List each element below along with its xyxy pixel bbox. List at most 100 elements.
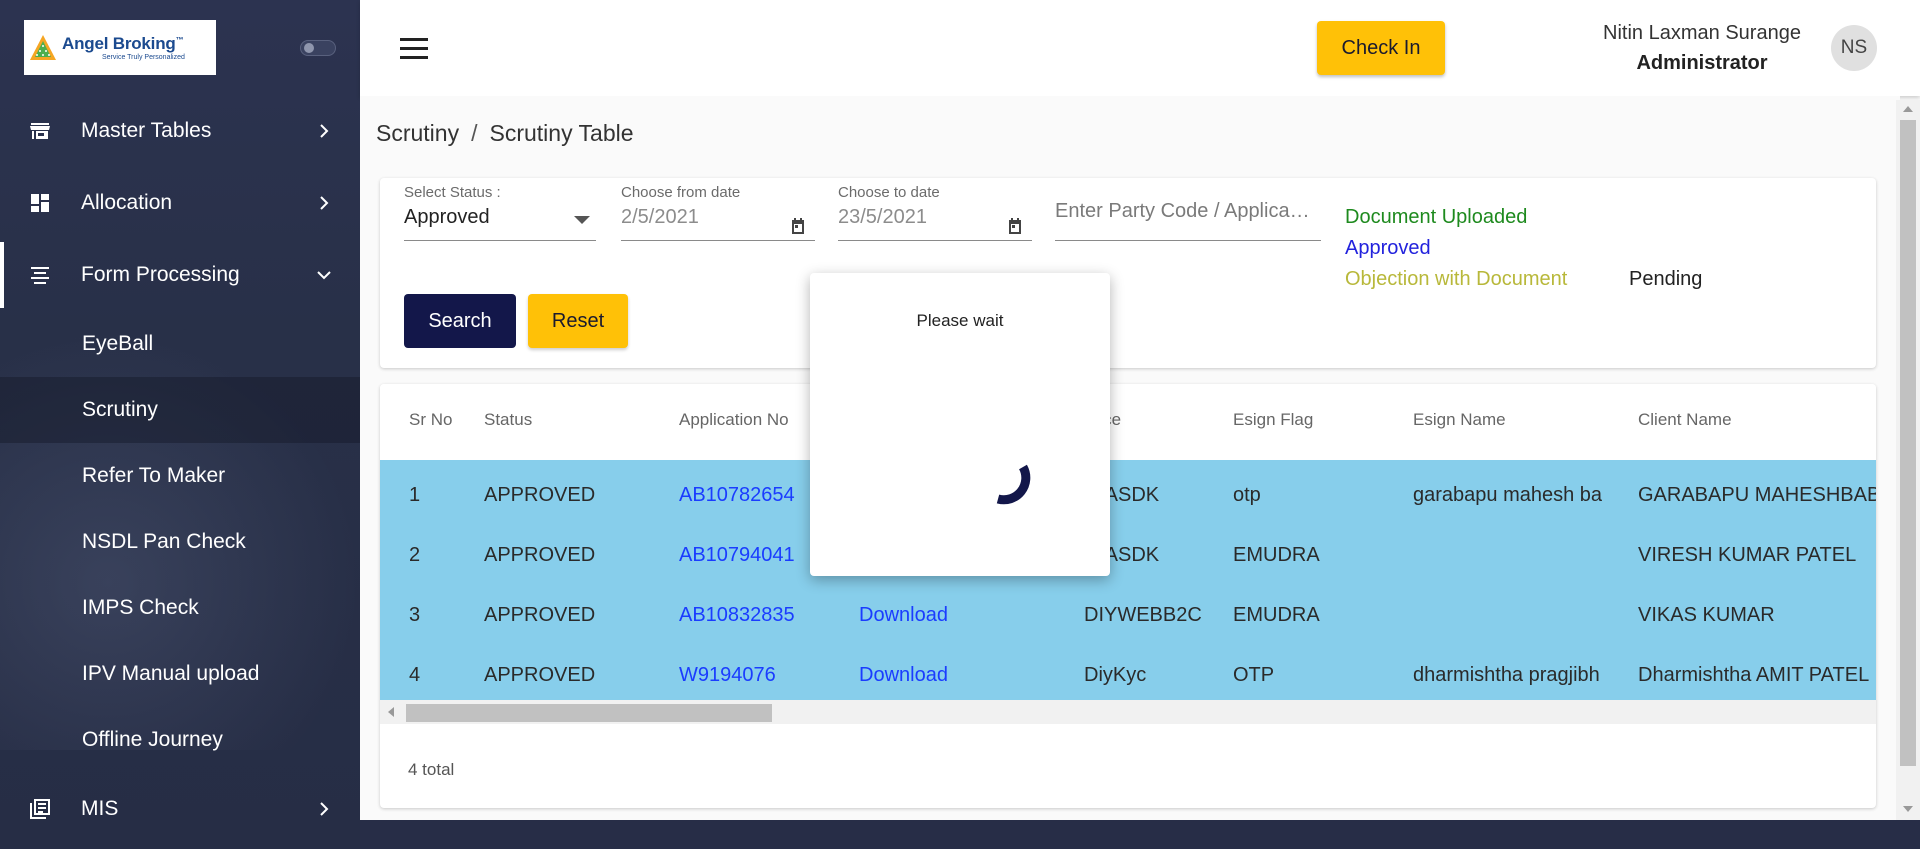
- breadcrumb-parent[interactable]: Scrutiny: [376, 120, 459, 146]
- main-content: Scrutiny / Scrutiny Table Select Status : …: [360, 96, 1900, 820]
- sidebar-subitem-eyeball[interactable]: EyeBall: [0, 311, 360, 377]
- table-row[interactable]: 4 APPROVED W9194076 Download DiyKyc OTP …: [380, 646, 1876, 700]
- to-date-field[interactable]: Choose to date 23/5/2021: [838, 184, 1032, 241]
- sidebar-item-allocation[interactable]: Allocation: [0, 170, 360, 236]
- cell-application-link[interactable]: W9194076: [679, 664, 776, 687]
- horizontal-scrollbar[interactable]: [380, 700, 1876, 724]
- table-row[interactable]: 1 APPROVED AB10782654 MASDK otp garabapu…: [380, 466, 1876, 526]
- menu-icon[interactable]: [400, 38, 428, 60]
- scroll-left-icon[interactable]: [388, 707, 394, 717]
- legend-document-uploaded: Document Uploaded: [1345, 206, 1528, 228]
- avatar[interactable]: NS: [1831, 25, 1877, 71]
- sidebar-item-form-processing[interactable]: Form Processing: [0, 242, 360, 308]
- from-date-value: 2/5/2021: [621, 206, 699, 228]
- cell-download-link[interactable]: Download: [859, 664, 948, 687]
- arrow-drop-down-icon: [574, 216, 590, 224]
- th-esign-name[interactable]: Esign Name: [1413, 410, 1506, 430]
- table-body: 1 APPROVED AB10782654 MASDK otp garabapu…: [380, 460, 1876, 700]
- cell-source: DIYWEBB2C: [1084, 604, 1202, 626]
- check-in-button[interactable]: Check In: [1317, 21, 1445, 75]
- table-row[interactable]: 3 APPROVED AB10832835 Download DIYWEBB2C…: [380, 586, 1876, 646]
- status-select[interactable]: Select Status : Approved: [404, 184, 596, 241]
- brand-name: Angel Broking™: [62, 34, 184, 53]
- th-client-name[interactable]: Client Name: [1638, 410, 1732, 430]
- scrutiny-table: Sr No Status Application No urce Esign F…: [380, 384, 1876, 808]
- sidebar-item-label: Form Processing: [81, 263, 240, 286]
- sidebar-subitem-scrutiny[interactable]: Scrutiny: [0, 377, 360, 443]
- legend-pending: Pending: [1629, 268, 1703, 290]
- calendar-icon[interactable]: [1006, 217, 1024, 235]
- table-header: Sr No Status Application No urce Esign F…: [380, 384, 1876, 460]
- cell-esign-flag: EMUDRA: [1233, 604, 1320, 626]
- cell-esign-name: dharmishtha pragjibh: [1413, 664, 1600, 686]
- page-scrollbar-thumb[interactable]: [1900, 120, 1916, 766]
- cell-status: APPROVED: [484, 664, 596, 686]
- cell-download-link[interactable]: Download: [859, 604, 948, 627]
- th-esign-flag[interactable]: Esign Flag: [1233, 410, 1313, 430]
- sidebar: Angel Broking™ Service Truly Personalize…: [0, 0, 360, 849]
- cell-esign-name: garabapu mahesh ba: [1413, 484, 1603, 506]
- sidebar-subitem-nsdl-pan-check[interactable]: NSDL Pan Check: [0, 509, 360, 575]
- loading-title: Please wait: [916, 311, 1004, 330]
- breadcrumb: Scrutiny / Scrutiny Table: [376, 120, 634, 147]
- from-date-label: Choose from date: [621, 184, 741, 201]
- loading-spinner-icon: [996, 464, 1031, 505]
- scroll-up-icon[interactable]: [1903, 106, 1913, 112]
- scrollbar-thumb[interactable]: [406, 704, 772, 722]
- theme-toggle[interactable]: [300, 40, 336, 56]
- cell-status: APPROVED: [484, 484, 596, 506]
- chevron-right-icon: [320, 124, 329, 138]
- status-label: Select Status :: [404, 184, 501, 201]
- chevron-right-icon: [320, 802, 329, 816]
- cell-esign-flag: OTP: [1233, 664, 1275, 686]
- sidebar-item-label: Master Tables: [81, 119, 212, 142]
- legend-objection: Objection with Document: [1345, 268, 1568, 290]
- cell-application-link[interactable]: AB10794041: [679, 544, 795, 567]
- cell-client-name: Dharmishtha AMIT PATEL: [1638, 664, 1870, 686]
- status-value: Approved: [404, 206, 490, 228]
- footer-bar: [360, 820, 1920, 849]
- sidebar-subitem-ipv-manual-upload[interactable]: IPV Manual upload: [0, 641, 360, 707]
- table-row[interactable]: 2 APPROVED AB10794041 MASDK EMUDRA VIRES…: [380, 526, 1876, 586]
- cell-client-name: VIKAS KUMAR: [1638, 604, 1775, 626]
- sidebar-subitem-refer-to-maker[interactable]: Refer To Maker: [0, 443, 360, 509]
- calendar-icon[interactable]: [789, 217, 807, 235]
- cell-application-link[interactable]: AB10782654: [679, 484, 795, 507]
- th-application-no[interactable]: Application No: [679, 410, 789, 430]
- chevron-right-icon: [320, 196, 329, 210]
- breadcrumb-current: Scrutiny Table: [489, 120, 634, 146]
- sidebar-item-label: MIS: [81, 797, 119, 820]
- user-name: Nitin Laxman Surange: [1603, 22, 1801, 44]
- loading-dialog: Please wait: [810, 273, 1110, 576]
- breadcrumb-separator: /: [471, 120, 478, 146]
- party-code-underline: [1055, 240, 1321, 241]
- brand-triangle-icon: [28, 33, 58, 63]
- brand-tagline: Service Truly Personalized: [102, 54, 185, 61]
- cell-client-name: VIRESH KUMAR PATEL: [1638, 544, 1857, 566]
- sidebar-subitem-imps-check[interactable]: IMPS Check: [0, 575, 360, 641]
- subject-icon: [31, 267, 49, 284]
- sidebar-subitem-offline-journey[interactable]: Offline Journey: [0, 707, 360, 773]
- page-scrollbar[interactable]: [1896, 100, 1920, 820]
- brand-logo[interactable]: Angel Broking™ Service Truly Personalize…: [24, 20, 216, 75]
- legend-approved: Approved: [1345, 237, 1431, 259]
- store-icon: [30, 123, 50, 139]
- chevron-down-icon: [317, 271, 331, 280]
- scroll-down-icon[interactable]: [1903, 806, 1913, 812]
- cell-status: APPROVED: [484, 604, 596, 626]
- sidebar-item-master-tables[interactable]: Master Tables: [0, 98, 360, 164]
- cell-application-link[interactable]: AB10832835: [679, 604, 795, 627]
- library-books-icon: [30, 799, 50, 819]
- reset-button[interactable]: Reset: [528, 294, 628, 348]
- cell-esign-flag: otp: [1233, 484, 1261, 506]
- from-date-field[interactable]: Choose from date 2/5/2021: [621, 184, 815, 241]
- cell-sr: 3: [409, 604, 421, 626]
- search-button[interactable]: Search: [404, 294, 516, 348]
- sidebar-item-label: Allocation: [81, 191, 173, 214]
- party-code-input[interactable]: Enter Party Code / Applica…: [1055, 200, 1321, 223]
- cell-esign-flag: EMUDRA: [1233, 544, 1320, 566]
- cell-client-name: GARABAPU MAHESHBAB: [1638, 484, 1876, 506]
- th-status[interactable]: Status: [484, 410, 532, 430]
- sidebar-item-mis[interactable]: MIS: [0, 776, 360, 842]
- th-sr-no[interactable]: Sr No: [409, 410, 452, 430]
